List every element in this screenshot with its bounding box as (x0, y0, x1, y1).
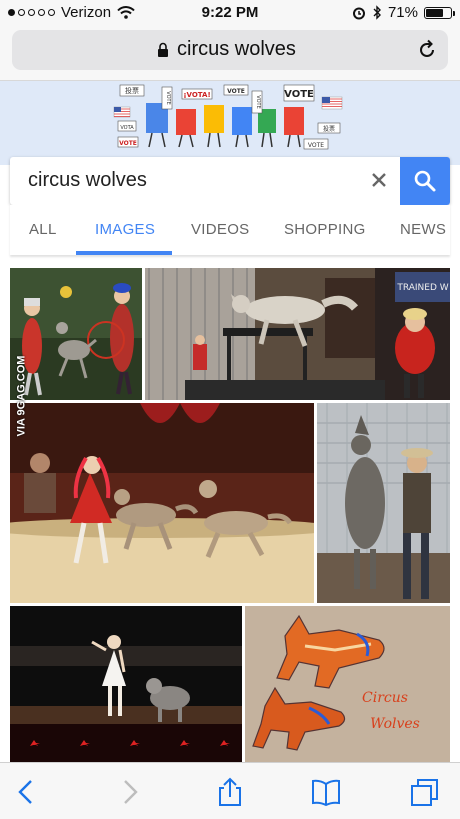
clear-icon[interactable] (368, 169, 390, 191)
safari-toolbar (0, 762, 460, 819)
svg-text:VOTE: VOTE (255, 95, 261, 108)
image-result-wolf-jump[interactable]: TRAINED W (145, 268, 450, 400)
tabs-icon[interactable] (410, 777, 440, 807)
battery-icon (424, 6, 455, 19)
search-box[interactable]: circus wolves (10, 157, 450, 205)
watermark: VIA 9GAG.COM (9, 356, 29, 440)
svg-text:投票: 投票 (125, 86, 139, 95)
search-button[interactable] (400, 157, 450, 205)
svg-text:VOTE: VOTE (227, 88, 245, 95)
bookmarks-icon[interactable] (311, 777, 341, 807)
image-result-clowns-wolf[interactable] (10, 268, 142, 400)
vote-doodle[interactable]: 投票 VOTE ¡VOTA! VOTE VOTE VOTE VOTA VOTE … (112, 83, 348, 159)
svg-text:VOTE: VOTE (308, 142, 324, 149)
image-result-wolf-handler[interactable] (317, 403, 450, 603)
drawing-text-circus: Circus (362, 690, 408, 706)
status-right: 71% (352, 4, 455, 21)
image-result-performer-husky[interactable] (10, 606, 242, 762)
svg-text:VOTE: VOTE (119, 140, 137, 147)
doodle-banner: 投票 VOTE ¡VOTA! VOTE VOTE VOTE VOTA VOTE … (0, 81, 460, 165)
tab-images[interactable]: IMAGES (95, 221, 155, 238)
reload-icon[interactable] (416, 39, 438, 61)
svg-text:投票: 投票 (323, 125, 335, 133)
image-result-circus-ring[interactable] (10, 403, 314, 603)
search-input[interactable]: circus wolves (28, 169, 147, 192)
address-bar[interactable]: circus wolves (12, 30, 448, 70)
forward-icon[interactable] (114, 777, 144, 807)
tab-videos[interactable]: VIDEOS (191, 221, 249, 238)
image-result-wolf-drawing[interactable]: Circus Wolves (245, 606, 450, 762)
lock-icon (158, 42, 168, 57)
search-icon (414, 170, 436, 192)
active-tab-indicator (76, 251, 172, 255)
svg-text:¡VOTA!: ¡VOTA! (183, 91, 210, 99)
drawing-text-wolves: Wolves (370, 716, 420, 732)
status-bar: Verizon 9:22 PM 71% (0, 0, 460, 26)
alarm-icon (352, 7, 365, 19)
bluetooth-icon (373, 5, 381, 20)
battery-percent: 71% (387, 4, 418, 21)
sign-text: TRAINED W (396, 283, 448, 293)
svg-text:VOTE: VOTE (165, 91, 171, 104)
svg-text:VOTE: VOTE (284, 89, 314, 100)
back-icon[interactable] (12, 777, 42, 807)
share-icon[interactable] (215, 777, 245, 807)
tab-shopping[interactable]: SHOPPING (284, 221, 366, 238)
search-tabs: ALL IMAGES VIDEOS SHOPPING NEWS (10, 205, 450, 255)
url-text[interactable]: circus wolves (177, 38, 296, 61)
tab-news[interactable]: NEWS (400, 221, 446, 238)
watermark-text: VIA 9GAG.COM (15, 355, 28, 437)
tab-all[interactable]: ALL (29, 221, 57, 238)
svg-text:VOTA: VOTA (120, 125, 134, 131)
browser-chrome: circus wolves (0, 26, 460, 81)
